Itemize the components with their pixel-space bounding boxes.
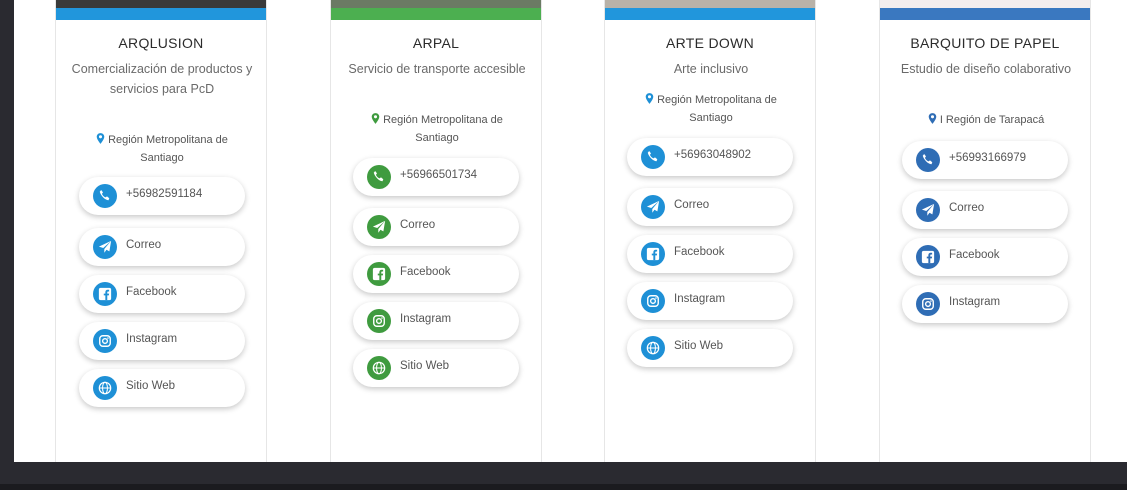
card-color-band (331, 8, 541, 20)
instagram-icon (367, 309, 391, 333)
email-button[interactable]: Correo (353, 208, 519, 246)
globe-icon (93, 376, 117, 400)
facebook-icon (916, 245, 940, 269)
website-button[interactable]: Sitio Web (353, 349, 519, 387)
card-title: BARQUITO DE PAPEL (910, 35, 1060, 51)
instagram-icon (93, 329, 117, 353)
card-title: ARPAL (412, 35, 460, 51)
send-icon (93, 235, 117, 259)
instagram-icon (916, 292, 940, 316)
facebook-icon (367, 262, 391, 286)
card-color-band (56, 8, 266, 20)
facebook-button[interactable]: Facebook (902, 238, 1068, 276)
email-button[interactable]: Correo (627, 188, 793, 226)
facebook-button[interactable]: Facebook (627, 235, 793, 273)
card-arte-down: ARTE DOWN Arte inclusivo Región Metropol… (604, 0, 816, 462)
map-pin-icon (96, 133, 105, 144)
map-pin-icon (928, 113, 937, 124)
send-icon (916, 198, 940, 222)
map-pin-icon (645, 93, 654, 104)
region-text: Región Metropolitana de Santiago (657, 94, 777, 124)
card-image (331, 0, 541, 8)
facebook-icon (93, 282, 117, 306)
region-text: Región Metropolitana de Santiago (383, 114, 503, 144)
card-arqlusion: ARQLUSION Comercialización de productos … (55, 0, 267, 462)
card-description: Estudio de diseño colaborativo (900, 62, 1072, 76)
map-pin-icon (371, 113, 380, 124)
facebook-label: Facebook (126, 286, 177, 298)
facebook-label: Facebook (400, 266, 451, 278)
facebook-button[interactable]: Facebook (353, 255, 519, 293)
website-button[interactable]: Sitio Web (79, 369, 245, 407)
directory-grid: ARQLUSION Comercialización de productos … (14, 0, 1127, 462)
phone-icon (93, 184, 117, 208)
phone-number: +56993166979 (949, 152, 1027, 164)
phone-button[interactable]: +56966501734 (353, 158, 519, 196)
card-description: Servicio de transporte accesible (348, 62, 526, 76)
facebook-label: Facebook (949, 249, 1000, 261)
email-label: Correo (400, 219, 436, 231)
phone-number: +56982591184 (126, 188, 203, 200)
facebook-label: Facebook (674, 246, 725, 258)
phone-button[interactable]: +56993166979 (902, 141, 1068, 179)
instagram-button[interactable]: Instagram (627, 282, 793, 320)
phone-number: +56963048902 (674, 149, 752, 161)
phone-icon (641, 145, 665, 169)
globe-icon (641, 336, 665, 360)
phone-button[interactable]: +56963048902 (627, 138, 793, 176)
card-region: I Región de Tarapacá (898, 111, 1074, 129)
card-arpal: ARPAL Servicio de transporte accesible R… (330, 0, 542, 462)
instagram-label: Instagram (674, 293, 726, 305)
instagram-icon (641, 289, 665, 313)
card-title: ARQLUSION (118, 35, 204, 51)
region-text: I Región de Tarapacá (939, 114, 1045, 126)
phone-icon (916, 148, 940, 172)
region-text: Región Metropolitana de Santiago (108, 134, 228, 164)
card-color-band (605, 8, 815, 20)
card-title: ARTE DOWN (666, 35, 754, 51)
phone-button[interactable]: +56982591184 (79, 177, 245, 215)
send-icon (367, 215, 391, 239)
card-color-band (880, 8, 1090, 20)
bottom-edge (0, 484, 1127, 490)
card-description: Comercialización de productos y servicio… (71, 62, 253, 96)
website-label: Sitio Web (674, 340, 724, 352)
email-label: Correo (674, 199, 710, 211)
email-button[interactable]: Correo (79, 228, 245, 266)
website-button[interactable]: Sitio Web (627, 329, 793, 367)
card-region: Región Metropolitana de Santiago (623, 91, 799, 127)
phone-icon (367, 165, 391, 189)
card-description: Arte inclusivo (673, 62, 749, 76)
card-image (880, 0, 1090, 8)
phone-number: +56966501734 (400, 169, 478, 181)
send-icon (641, 195, 665, 219)
instagram-button[interactable]: Instagram (79, 322, 245, 360)
globe-icon (367, 356, 391, 380)
facebook-button[interactable]: Facebook (79, 275, 245, 313)
email-button[interactable]: Correo (902, 191, 1068, 229)
card-region: Región Metropolitana de Santiago (349, 111, 525, 147)
website-label: Sitio Web (126, 380, 176, 392)
instagram-label: Instagram (400, 313, 452, 325)
card-region: Región Metropolitana de Santiago (74, 131, 250, 167)
card-image (605, 0, 815, 8)
instagram-button[interactable]: Instagram (353, 302, 519, 340)
instagram-button[interactable]: Instagram (902, 285, 1068, 323)
instagram-label: Instagram (126, 333, 178, 345)
instagram-label: Instagram (949, 296, 1001, 308)
card-image (56, 0, 266, 8)
website-label: Sitio Web (400, 360, 450, 372)
facebook-icon (641, 242, 665, 266)
email-label: Correo (126, 239, 162, 251)
email-label: Correo (949, 202, 985, 214)
card-barquito-de-papel: BARQUITO DE PAPEL Estudio de diseño cola… (879, 0, 1091, 462)
